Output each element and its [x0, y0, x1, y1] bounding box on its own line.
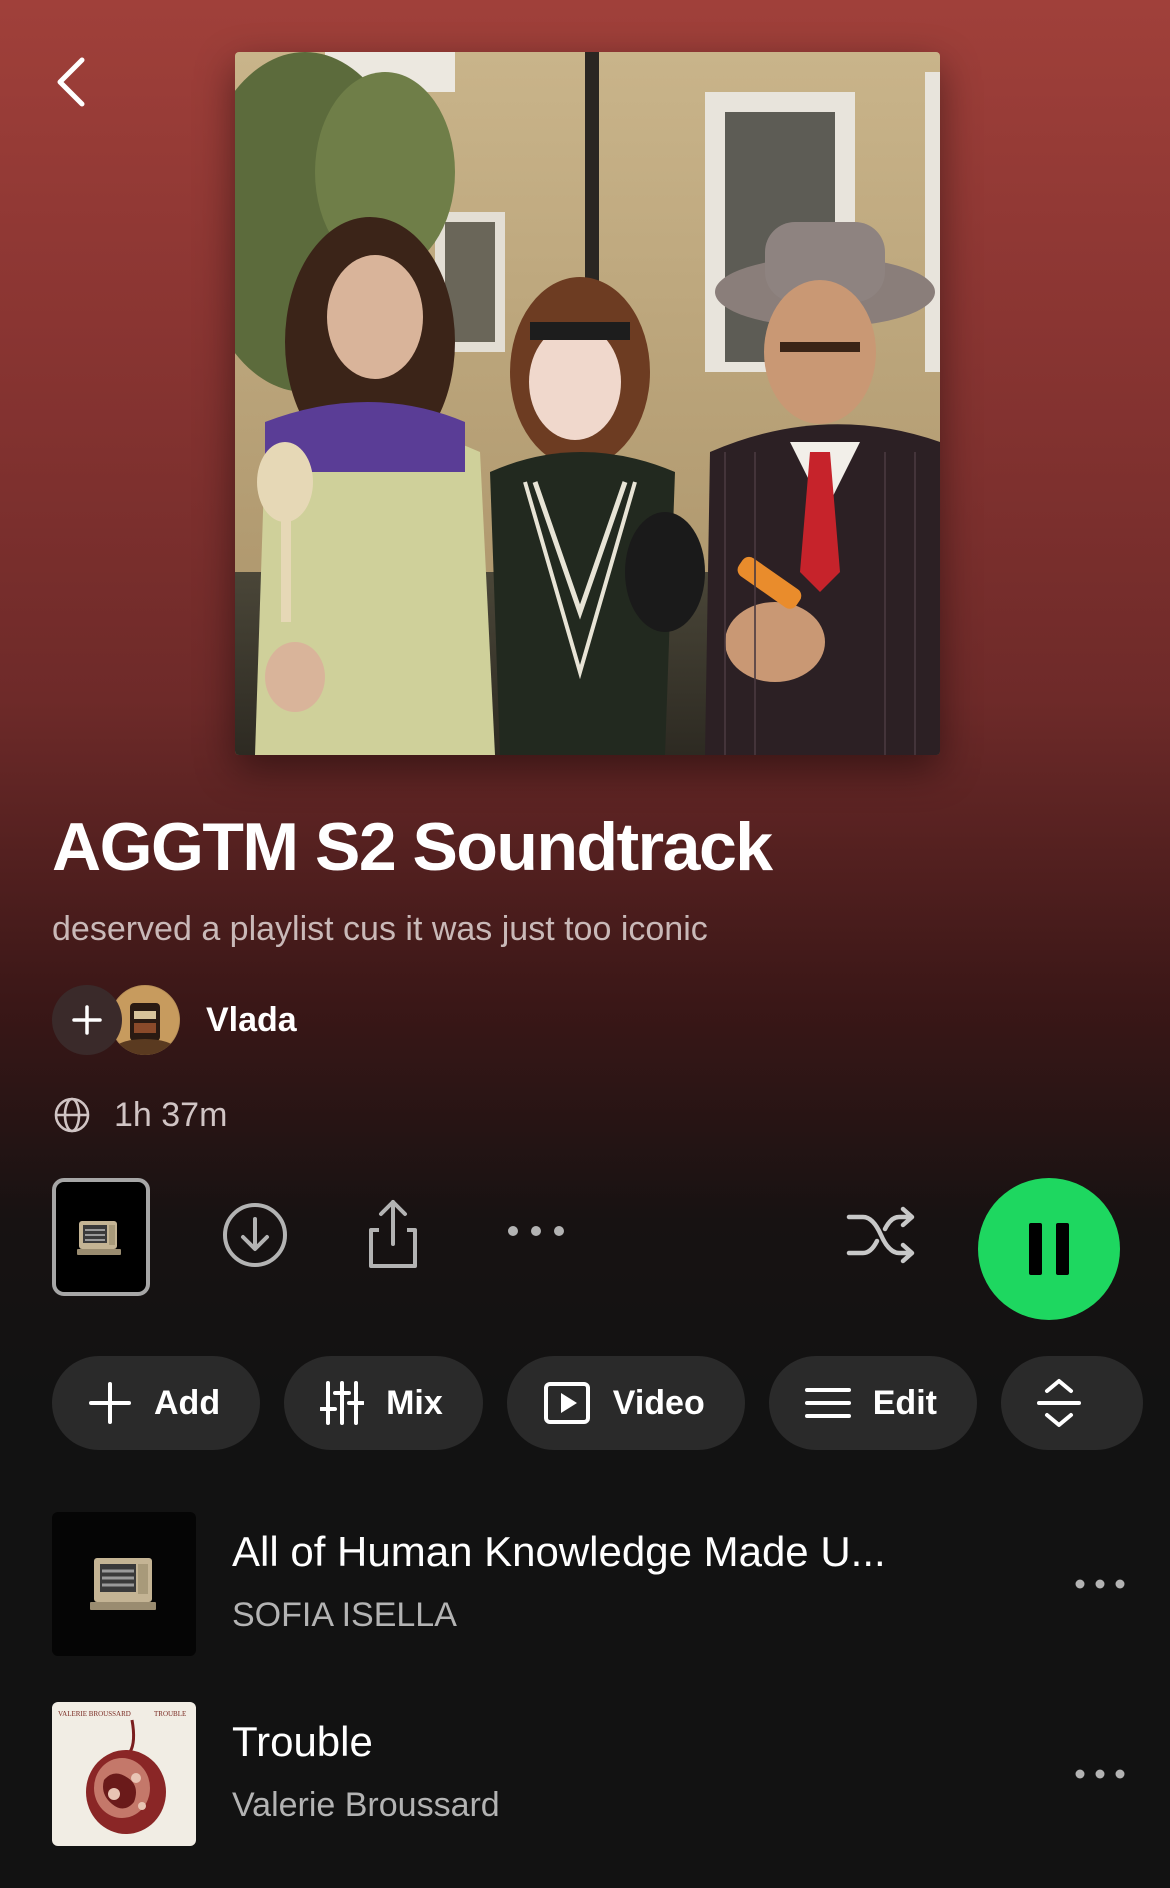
more-icon [1075, 1579, 1125, 1589]
edit-chip-label: Edit [872, 1383, 937, 1422]
album-art-title-text: TROUBLE [154, 1710, 186, 1718]
track-title: All of Human Knowledge Made U... [232, 1528, 886, 1575]
share-button[interactable] [362, 1196, 424, 1272]
action-chips: Add Mix Video Edit [52, 1356, 1167, 1450]
video-icon [543, 1382, 590, 1424]
track-artist: SOFIA ISELLA [232, 1596, 457, 1634]
add-chip-label: Add [154, 1383, 221, 1422]
more-icon [1075, 1769, 1125, 1779]
album-art-artist-text: VALERIE BROUSSARD [58, 1710, 131, 1718]
track-row[interactable]: All of Human Knowledge Made U... SOFIA I… [52, 1512, 1132, 1656]
now-playing-thumbnail[interactable] [52, 1178, 150, 1296]
track-more-button[interactable] [1070, 1752, 1130, 1796]
download-button[interactable] [220, 1200, 290, 1270]
sort-chip[interactable] [1000, 1356, 1143, 1450]
playlist-cover-image [235, 52, 940, 755]
mix-chip-label: Mix [386, 1383, 443, 1422]
back-button[interactable] [48, 50, 98, 114]
pause-icon [1029, 1223, 1069, 1275]
add-collaborator-button[interactable] [52, 985, 122, 1055]
playlist-controls [52, 1178, 1122, 1320]
sort-icon [1036, 1379, 1081, 1427]
shuffle-button[interactable] [844, 1200, 920, 1270]
sliders-icon [320, 1381, 365, 1425]
track-title: Trouble [232, 1718, 373, 1765]
globe-icon [54, 1097, 90, 1133]
plus-icon [72, 1005, 102, 1035]
edit-chip[interactable]: Edit [768, 1356, 977, 1450]
mix-chip[interactable]: Mix [284, 1356, 483, 1450]
pause-button[interactable] [978, 1178, 1120, 1320]
track-more-button[interactable] [1070, 1562, 1130, 1606]
playlist-screen: AGGTM S2 Soundtrack deserved a playlist … [0, 0, 1170, 1888]
share-icon [369, 1200, 417, 1268]
download-icon [223, 1203, 287, 1267]
playlist-duration: 1h 37m [114, 1095, 228, 1134]
playlist-meta: 1h 37m [52, 1093, 227, 1137]
track-row[interactable]: VALERIE BROUSSARD TROUBLE Trouble Valeri… [52, 1702, 1132, 1846]
more-options-button[interactable] [504, 1216, 568, 1246]
playlist-description: deserved a playlist cus it was just too … [52, 910, 708, 948]
playlist-title: AGGTM S2 Soundtrack [52, 809, 773, 885]
track-artwork [52, 1512, 196, 1656]
shuffle-icon [846, 1206, 915, 1264]
add-chip[interactable]: Add [52, 1356, 261, 1450]
list-icon [804, 1388, 851, 1418]
owner-name[interactable]: Vlada [206, 1001, 297, 1040]
more-icon [508, 1226, 564, 1236]
track-artwork: VALERIE BROUSSARD TROUBLE [52, 1702, 196, 1846]
video-chip-label: Video [612, 1383, 705, 1422]
computer-artwork-icon [77, 1221, 121, 1255]
owner-row: Vlada [52, 985, 297, 1055]
chevron-left-icon [57, 57, 85, 107]
video-chip[interactable]: Video [506, 1356, 745, 1450]
track-artist: Valerie Broussard [232, 1786, 500, 1824]
plus-icon [89, 1382, 131, 1424]
